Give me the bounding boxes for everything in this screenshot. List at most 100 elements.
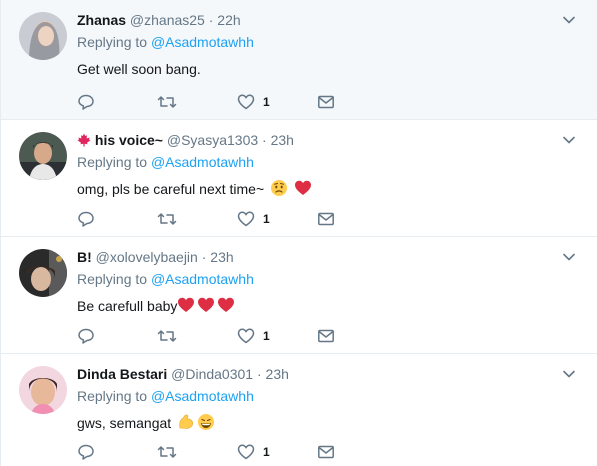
replying-label: Replying to: [77, 271, 148, 287]
display-name[interactable]: B!: [77, 249, 92, 265]
like-count: 1: [263, 212, 270, 226]
tweet-his-voice[interactable]: his voice~ @Syasya1303 · 23h Replying to…: [1, 120, 597, 237]
replying-label: Replying to: [77, 388, 148, 404]
heart-outline-icon: [237, 211, 255, 227]
avatar[interactable]: [19, 249, 67, 297]
reply-button[interactable]: [77, 443, 157, 461]
user-handle[interactable]: @xolovelybaejin: [96, 249, 198, 265]
direct-message-button[interactable]: [317, 443, 397, 461]
envelope-icon: [318, 95, 334, 109]
red-heart-icon: [218, 297, 235, 312]
timestamp[interactable]: 23h: [271, 132, 294, 148]
grinning-face-icon: [198, 414, 215, 430]
separator-dot: ·: [208, 12, 214, 28]
reply-button[interactable]: [77, 327, 157, 345]
mention-link[interactable]: @Asadmotawhh: [151, 34, 254, 50]
tweet-b[interactable]: B! @xolovelybaejin · 23h Replying to @As…: [1, 237, 597, 354]
tweet-zhanas[interactable]: Zhanas @zhanas25 · 22h Replying to @Asad…: [1, 0, 597, 120]
reply-icon: [78, 444, 94, 460]
replying-to: Replying to @Asadmotawhh: [77, 32, 557, 52]
envelope-icon: [318, 329, 334, 343]
tweet-header: Dinda Bestari @Dinda0301 · 23h: [77, 364, 557, 384]
chevron-down-icon[interactable]: [561, 366, 577, 382]
flexed-biceps-icon: [179, 414, 194, 429]
heart-outline-icon: [237, 328, 255, 344]
retweet-button[interactable]: [157, 93, 237, 111]
chevron-down-icon[interactable]: [561, 12, 577, 28]
like-count: 1: [263, 329, 270, 343]
retweet-button[interactable]: [157, 210, 237, 228]
retweet-button[interactable]: [157, 443, 237, 461]
like-count: 1: [263, 445, 270, 459]
heart-outline-icon: [237, 94, 255, 110]
like-button[interactable]: 1: [237, 210, 317, 228]
display-name[interactable]: Zhanas: [77, 12, 126, 28]
separator-dot: ·: [262, 132, 267, 148]
replying-label: Replying to: [77, 34, 148, 50]
envelope-icon: [318, 212, 334, 226]
avatar[interactable]: [19, 366, 67, 414]
user-handle[interactable]: @zhanas25: [130, 12, 205, 28]
direct-message-button[interactable]: [317, 210, 397, 228]
tweet-text: gws, semangat: [77, 415, 172, 431]
tweet-text-row: omg, pls be careful next time~: [77, 179, 557, 199]
like-button[interactable]: 1: [237, 443, 317, 461]
tweet-text: Get well soon bang.: [77, 61, 201, 77]
tweet-text: Be carefull baby: [77, 298, 178, 314]
retweet-icon: [157, 446, 177, 458]
replying-to: Replying to @Asadmotawhh: [77, 269, 557, 289]
tweet-header: B! @xolovelybaejin · 23h: [77, 247, 557, 267]
replies-feed: Zhanas @zhanas25 · 22h Replying to @Asad…: [0, 0, 597, 466]
like-button[interactable]: 1: [237, 93, 317, 111]
chevron-down-icon[interactable]: [561, 132, 577, 148]
envelope-icon: [318, 445, 334, 459]
avatar[interactable]: [19, 132, 67, 180]
display-name[interactable]: his voice~: [95, 132, 163, 148]
tweet-dinda-bestari[interactable]: Dinda Bestari @Dinda0301 · 23h Replying …: [1, 354, 597, 466]
red-heart-icon: [294, 180, 311, 195]
red-heart-icon: [178, 297, 195, 312]
replying-to: Replying to @Asadmotawhh: [77, 386, 557, 406]
user-handle[interactable]: @Dinda0301: [171, 366, 253, 382]
separator-dot: ·: [201, 249, 207, 265]
replying-label: Replying to: [77, 154, 148, 170]
retweet-icon: [157, 96, 177, 108]
timestamp[interactable]: 23h: [210, 249, 233, 265]
retweet-icon: [157, 213, 177, 225]
like-button[interactable]: 1: [237, 327, 317, 345]
replying-to: Replying to @Asadmotawhh: [77, 152, 557, 172]
chevron-down-icon[interactable]: [561, 249, 577, 265]
mention-link[interactable]: @Asadmotawhh: [151, 154, 254, 170]
reply-button[interactable]: [77, 93, 157, 111]
tweet-text-row: Be carefull baby: [77, 296, 557, 316]
tweet-header: Zhanas @zhanas25 · 22h: [77, 10, 557, 30]
tweet-header: his voice~ @Syasya1303 · 23h: [77, 130, 557, 150]
mention-link[interactable]: @Asadmotawhh: [151, 271, 254, 287]
heart-outline-icon: [237, 444, 255, 460]
reply-icon: [78, 328, 94, 344]
timestamp[interactable]: 22h: [217, 12, 240, 28]
maple-leaf-icon: [77, 133, 91, 147]
tweet-text-row: gws, semangat: [77, 413, 557, 433]
mention-link[interactable]: @Asadmotawhh: [151, 388, 254, 404]
timestamp[interactable]: 23h: [266, 366, 289, 382]
direct-message-button[interactable]: [317, 327, 397, 345]
user-handle[interactable]: @Syasya1303: [167, 132, 258, 148]
display-name[interactable]: Dinda Bestari: [77, 366, 167, 382]
tweet-actions: 1: [77, 93, 397, 111]
reply-icon: [78, 211, 94, 227]
red-heart-icon: [198, 297, 215, 312]
reply-button[interactable]: [77, 210, 157, 228]
direct-message-button[interactable]: [317, 93, 397, 111]
tweet-actions: 1: [77, 210, 397, 228]
retweet-icon: [157, 330, 177, 342]
like-count: 1: [263, 95, 270, 109]
avatar[interactable]: [19, 12, 67, 60]
retweet-button[interactable]: [157, 327, 237, 345]
worried-face-icon: [271, 180, 288, 196]
separator-dot: ·: [256, 366, 262, 382]
reply-icon: [78, 94, 94, 110]
tweet-actions: 1: [77, 327, 397, 345]
tweet-text: omg, pls be careful next time~: [77, 181, 265, 197]
tweet-actions: 1: [77, 443, 397, 461]
